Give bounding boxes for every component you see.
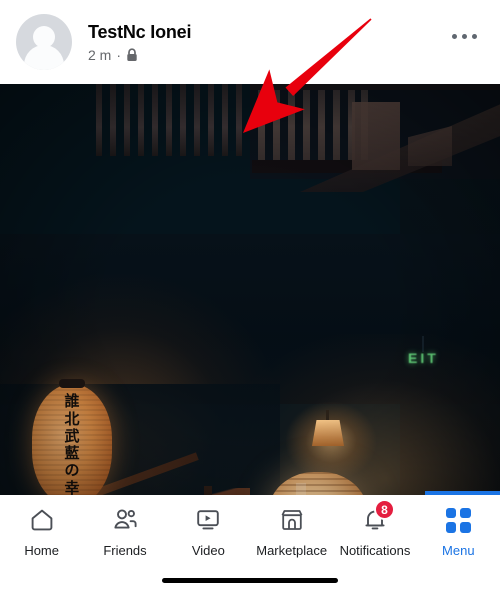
avatar-body-shape <box>24 45 64 70</box>
video-icon <box>191 503 225 537</box>
nav-label-menu: Menu <box>442 543 475 558</box>
nav-label-notifications: Notifications <box>339 543 411 558</box>
nav-item-menu[interactable]: Menu <box>417 499 500 558</box>
post-meta-row: 2 m · <box>88 47 191 63</box>
nav-item-marketplace[interactable]: Marketplace <box>250 499 333 558</box>
nav-item-home[interactable]: Home <box>0 499 83 558</box>
nav-item-video[interactable]: Video <box>167 499 250 558</box>
ellipsis-icon-dot-1 <box>451 33 457 39</box>
meta-separator: · <box>116 47 122 64</box>
nav-label-home: Home <box>24 543 59 558</box>
menu-grid-icon <box>441 503 475 537</box>
active-tab-indicator <box>425 491 500 495</box>
post-timestamp[interactable]: 2 m <box>88 47 111 63</box>
nav-item-friends[interactable]: Friends <box>83 499 166 558</box>
author-name[interactable]: TestNc Ionei <box>88 21 191 44</box>
home-icon <box>25 503 59 537</box>
bell-icon: 8 <box>358 499 395 537</box>
nav-label-marketplace: Marketplace <box>256 543 328 558</box>
bottom-navigation-bar: Home Friends Video Marketplace 8 Notific… <box>0 491 500 597</box>
nav-label-video: Video <box>191 543 225 558</box>
menu-grid-dot-1 <box>445 507 457 518</box>
storefront-icon <box>275 503 309 537</box>
post-more-options-button[interactable] <box>442 22 486 50</box>
ellipsis-icon-dot-3 <box>471 33 477 39</box>
post-header: TestNc Ionei 2 m · <box>0 0 500 84</box>
post-header-text: TestNc Ionei 2 m · <box>88 21 191 64</box>
friends-icon <box>108 503 142 537</box>
avatar[interactable] <box>16 14 72 70</box>
lock-icon <box>126 48 138 62</box>
nav-items-container: Home Friends Video Marketplace 8 Notific… <box>0 499 500 567</box>
menu-grid-dot-2 <box>460 507 471 518</box>
nav-label-friends: Friends <box>103 543 147 558</box>
menu-grid-shape <box>445 507 471 533</box>
facebook-post-screen: TestNc Ionei 2 m · Home Friends Video Ma… <box>0 0 500 597</box>
nav-item-notifications[interactable]: 8 Notifications <box>333 499 416 558</box>
notifications-badge: 8 <box>373 499 395 520</box>
menu-grid-dot-3 <box>445 522 457 533</box>
menu-grid-dot-4 <box>460 522 471 533</box>
photo-vignette <box>0 84 500 495</box>
home-indicator-bar[interactable] <box>162 578 338 583</box>
ellipsis-icon-dot-2 <box>461 33 467 39</box>
post-photo[interactable]: E I T 誰北武藍の幸 <box>0 84 500 495</box>
